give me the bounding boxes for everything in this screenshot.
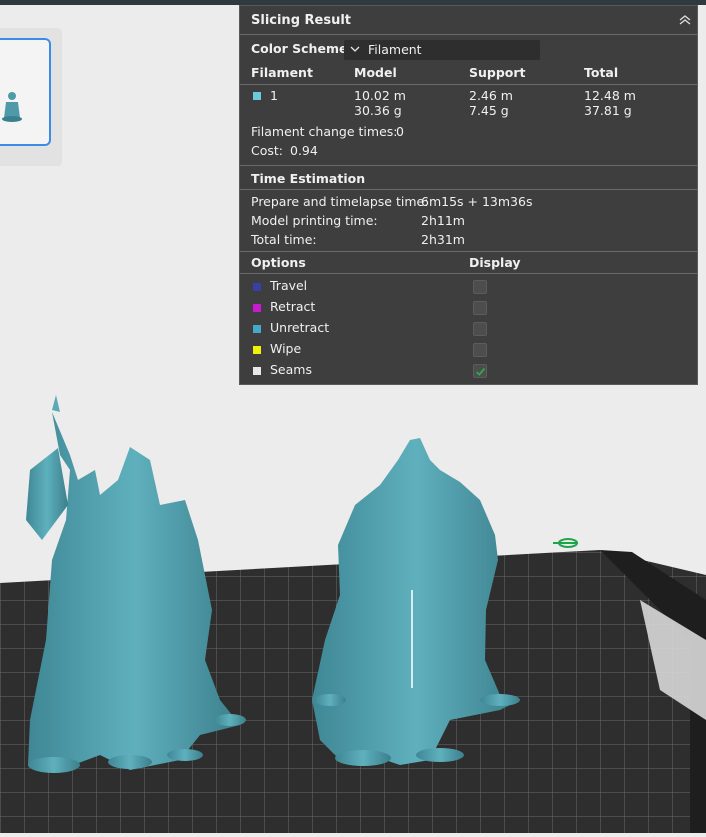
option-label-retract: Retract bbox=[270, 299, 316, 314]
option-color-swatch bbox=[253, 304, 261, 312]
option-color-swatch bbox=[253, 346, 261, 354]
chevron-down-icon bbox=[349, 43, 361, 58]
option-display-checkbox-retract[interactable] bbox=[473, 301, 487, 315]
color-scheme-label: Color Scheme bbox=[251, 41, 348, 56]
color-scheme-value: Filament bbox=[368, 42, 422, 57]
header-support: Support bbox=[469, 65, 526, 80]
origin-marker-icon bbox=[553, 538, 578, 548]
panel-title: Slicing Result bbox=[251, 13, 352, 28]
check-icon bbox=[475, 367, 486, 376]
model-weight: 30.36 g bbox=[354, 103, 402, 118]
cost-value: 0.94 bbox=[290, 143, 318, 158]
header-total: Total bbox=[584, 65, 619, 80]
filament-id: 1 bbox=[270, 88, 278, 103]
cost-label: Cost: bbox=[251, 143, 284, 158]
plate-thumbnail[interactable] bbox=[0, 38, 51, 146]
option-color-swatch bbox=[253, 283, 261, 291]
option-display-checkbox-travel[interactable] bbox=[473, 280, 487, 294]
prepare-time-label: Prepare and timelapse time: bbox=[251, 194, 429, 209]
total-time-label: Total time: bbox=[251, 232, 317, 247]
time-estimation-title: Time Estimation bbox=[251, 171, 366, 186]
filament-color-swatch bbox=[253, 92, 261, 100]
option-color-swatch bbox=[253, 325, 261, 333]
total-time-value: 2h31m bbox=[421, 232, 465, 247]
option-display-checkbox-unretract[interactable] bbox=[473, 322, 487, 336]
option-label-unretract: Unretract bbox=[270, 320, 330, 335]
options-header: Options bbox=[251, 255, 306, 270]
model-time-value: 2h11m bbox=[421, 213, 465, 228]
option-display-checkbox-seams[interactable] bbox=[473, 364, 487, 378]
collapse-icon[interactable] bbox=[677, 12, 693, 28]
support-weight: 7.45 g bbox=[469, 103, 509, 118]
header-model: Model bbox=[354, 65, 397, 80]
model-length: 10.02 m bbox=[354, 88, 406, 103]
filament-change-label: Filament change times: bbox=[251, 124, 398, 139]
prepare-time-value: 6m15s + 13m36s bbox=[421, 194, 533, 209]
display-header: Display bbox=[469, 255, 521, 270]
support-length: 2.46 m bbox=[469, 88, 513, 103]
total-length: 12.48 m bbox=[584, 88, 636, 103]
model-time-label: Model printing time: bbox=[251, 213, 378, 228]
option-label-seams: Seams bbox=[270, 362, 312, 377]
option-label-wipe: Wipe bbox=[270, 341, 302, 356]
slicing-result-panel: Slicing Result Color Scheme Filament Fil… bbox=[239, 5, 698, 385]
filament-change-value: 0 bbox=[396, 124, 404, 139]
total-weight: 37.81 g bbox=[584, 103, 632, 118]
color-scheme-dropdown[interactable]: Filament bbox=[344, 40, 540, 60]
option-label-travel: Travel bbox=[270, 278, 308, 293]
option-display-checkbox-wipe[interactable] bbox=[473, 343, 487, 357]
plate-thumbnail-model-icon bbox=[2, 92, 22, 122]
option-color-swatch bbox=[253, 367, 261, 375]
header-filament: Filament bbox=[251, 65, 313, 80]
